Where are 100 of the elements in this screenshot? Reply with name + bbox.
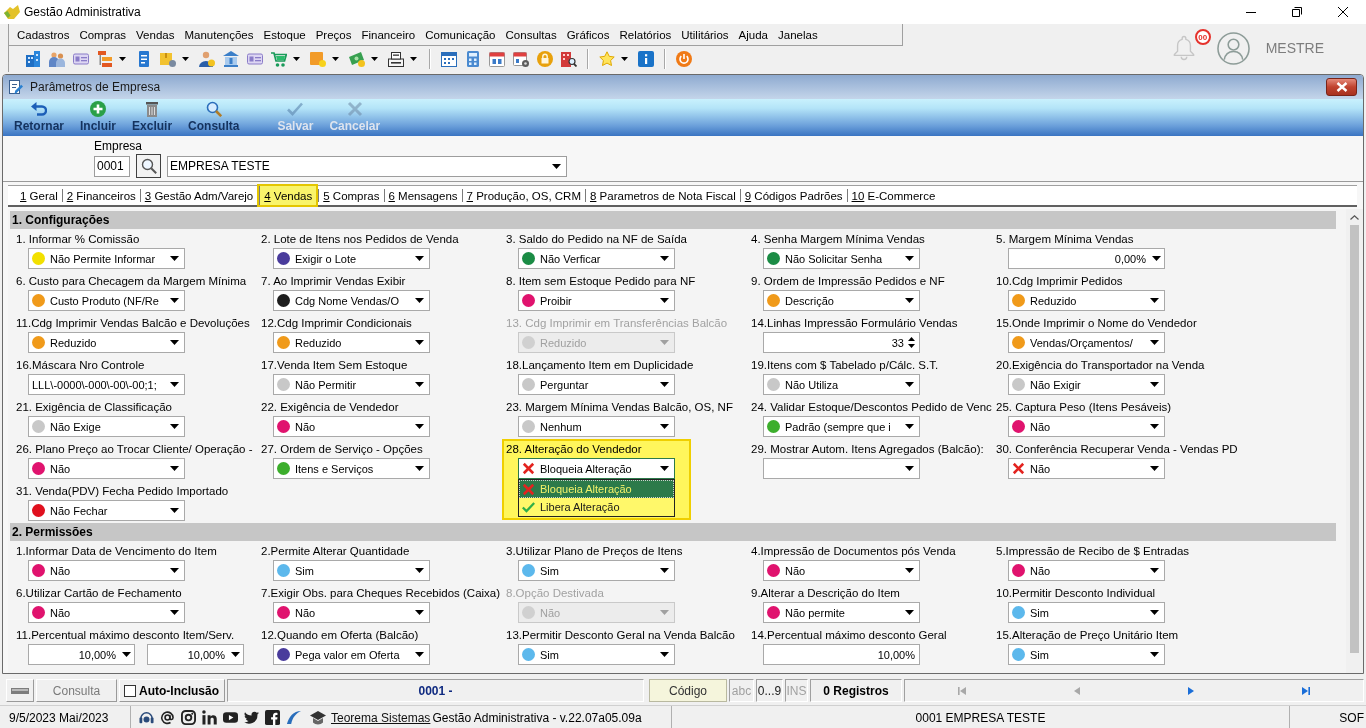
caret-icon[interactable] <box>182 57 189 61</box>
caret-icon[interactable] <box>293 57 300 61</box>
dropdown[interactable]: Itens e Serviços <box>273 458 430 479</box>
dropdown[interactable]: Sim <box>1008 644 1165 665</box>
menu-item[interactable]: Comunicação <box>420 24 501 45</box>
caret-icon[interactable] <box>1150 340 1159 345</box>
caret-icon[interactable] <box>1150 652 1159 657</box>
tab[interactable]: 10 E-Commerce <box>846 189 940 202</box>
toolbar-button[interactable]: Consulta <box>180 99 248 136</box>
tab[interactable]: 2 Financeiros <box>61 189 140 202</box>
caret-icon[interactable] <box>170 568 179 573</box>
checkbox-option[interactable]: Auto-Inclusão <box>119 679 225 702</box>
caret-icon[interactable] <box>170 508 179 513</box>
caret-icon[interactable] <box>1150 424 1159 429</box>
caret-icon[interactable] <box>415 568 424 573</box>
caret-icon[interactable] <box>1150 298 1159 303</box>
caret-icon[interactable] <box>905 382 914 387</box>
dropdown[interactable]: Não <box>273 602 430 623</box>
dropdown[interactable]: Pega valor em Oferta <box>273 644 430 665</box>
caret-icon[interactable] <box>552 163 561 169</box>
menu-item[interactable]: Cadastros <box>12 24 75 45</box>
tab[interactable]: 7 Produção, OS, CRM <box>461 189 585 202</box>
caret-icon[interactable] <box>1150 466 1159 471</box>
dropdown-option[interactable]: Bloqueia Alteração <box>519 480 674 498</box>
sort-field-button[interactable]: Código <box>649 679 727 702</box>
star-icon[interactable] <box>599 51 615 67</box>
in-logo-icon[interactable] <box>202 710 217 725</box>
id-card-icon[interactable] <box>247 51 263 67</box>
caret-icon[interactable] <box>660 382 669 387</box>
dropdown[interactable]: Vendas/Orçamentos/ <box>1008 332 1165 353</box>
dropdown[interactable]: Exigir o Lote <box>273 248 430 269</box>
dropdown[interactable]: Não <box>28 458 185 479</box>
caret-icon[interactable] <box>660 424 669 429</box>
dropdown[interactable]: Não <box>273 416 430 437</box>
dropdown[interactable]: Reduzido <box>1008 290 1165 311</box>
caret-icon[interactable] <box>415 424 424 429</box>
menu-item[interactable]: Ajuda <box>733 24 773 45</box>
dropdown[interactable]: Não permite <box>763 602 920 623</box>
caret-icon[interactable] <box>415 610 424 615</box>
dropdown[interactable]: Proibir <box>518 290 675 311</box>
number-field[interactable]: 10,00% <box>28 644 135 665</box>
cart-icon[interactable] <box>271 51 287 67</box>
power-icon[interactable] <box>676 51 692 67</box>
dropdown-option[interactable]: Libera Alteração <box>519 498 674 516</box>
toolbar-button[interactable]: Incluir <box>72 99 125 136</box>
caret-icon[interactable] <box>170 382 179 387</box>
caret-icon[interactable] <box>1150 610 1159 615</box>
menu-item[interactable]: Consultas <box>500 24 562 45</box>
tab[interactable]: 8 Parametros de Nota Fiscal <box>585 189 740 202</box>
code-field[interactable]: 0001 <box>94 155 130 177</box>
tab[interactable]: 9 Códigos Padrões <box>739 189 847 202</box>
tab[interactable]: 6 Mensagens <box>383 189 462 202</box>
menu-item[interactable]: Vendas <box>131 24 180 45</box>
caret-icon[interactable] <box>905 298 914 303</box>
money-icon[interactable] <box>349 51 365 67</box>
calculator-icon[interactable] <box>465 51 481 67</box>
caret-icon[interactable] <box>1150 568 1159 573</box>
menu-item[interactable]: Manutenções <box>179 24 259 45</box>
dropdown[interactable]: Não <box>28 560 185 581</box>
at-sign-icon[interactable] <box>160 710 175 725</box>
toggle-button[interactable] <box>6 679 34 702</box>
caret-icon[interactable] <box>905 568 914 573</box>
caret-icon[interactable] <box>170 256 179 261</box>
caret-icon[interactable] <box>905 610 914 615</box>
people-icon[interactable] <box>49 51 65 67</box>
info-icon[interactable] <box>638 51 654 67</box>
calendar-icon[interactable] <box>489 51 505 67</box>
dropdown[interactable]: Custo Produto (NF/Re <box>28 290 185 311</box>
caret-icon[interactable] <box>415 256 424 261</box>
dropdown[interactable]: Sim <box>1008 602 1165 623</box>
checkbox[interactable] <box>124 684 136 697</box>
website-link[interactable]: Teorema Sistemas <box>331 710 431 725</box>
dropdown[interactable]: Sim <box>273 560 430 581</box>
dropdown[interactable]: Padrão (sempre que i <box>763 416 920 437</box>
dropdown[interactable]: Não Exigir <box>1008 374 1165 395</box>
caret-icon[interactable] <box>621 57 628 61</box>
caret-icon[interactable] <box>415 466 424 471</box>
dropdown[interactable]: Nenhum <box>518 416 675 437</box>
bank-icon[interactable] <box>223 51 239 67</box>
f-logo-icon[interactable] <box>265 710 280 725</box>
number-field[interactable]: 33 <box>763 332 920 353</box>
caret-icon[interactable] <box>170 298 179 303</box>
caret-icon[interactable] <box>415 340 424 345</box>
caret-icon[interactable] <box>332 57 339 61</box>
caret-icon[interactable] <box>905 256 914 261</box>
dropdown[interactable]: Não Permite Informar <box>28 248 185 269</box>
camera-icon[interactable] <box>181 710 196 725</box>
package-icon[interactable] <box>160 51 176 67</box>
building-search-icon[interactable] <box>561 51 577 67</box>
caret-icon[interactable] <box>170 340 179 345</box>
dropdown[interactable]: Não Exige <box>28 416 185 437</box>
menu-item[interactable]: Relatórios <box>614 24 677 45</box>
tab[interactable]: 4 Vendas <box>259 186 317 205</box>
calendar-gear-icon[interactable] <box>513 51 529 67</box>
scrollbar[interactable] <box>1346 209 1363 673</box>
caret-icon[interactable] <box>660 466 669 471</box>
caret-icon[interactable] <box>1152 256 1161 261</box>
swoosh-icon[interactable] <box>286 710 301 725</box>
caret-icon[interactable] <box>410 57 417 61</box>
caret-icon[interactable] <box>170 424 179 429</box>
